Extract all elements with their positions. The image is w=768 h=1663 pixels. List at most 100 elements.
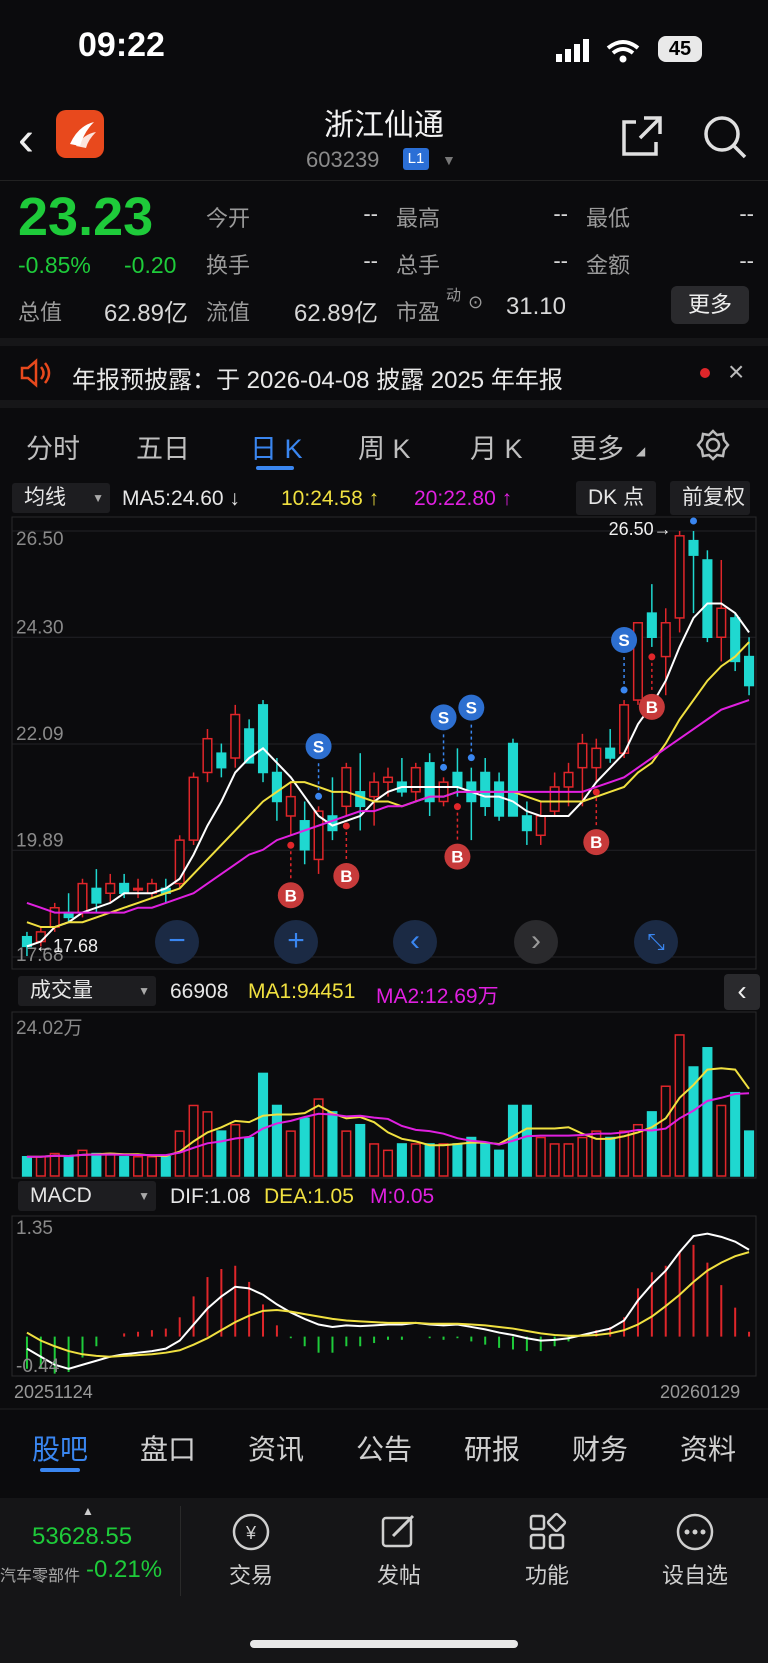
tab-stock-forum[interactable]: 股吧: [32, 1428, 88, 1468]
candle-body: [688, 539, 699, 556]
field-label-float-cap: 流值: [206, 300, 251, 325]
volume-bar: [521, 1104, 532, 1177]
sell-signal-dot: [467, 754, 475, 762]
ma20-line: [26, 699, 750, 914]
fullscreen-button[interactable]: ⤡: [634, 920, 678, 964]
candle-body: [452, 771, 463, 788]
collapse-panel-button[interactable]: ‹: [724, 974, 760, 1010]
volume-bar: [702, 1047, 713, 1177]
current-price: 23.23: [18, 187, 154, 247]
tab-news[interactable]: 资讯: [248, 1428, 304, 1468]
dock-functions[interactable]: 功能: [502, 1558, 592, 1590]
date-end: 20260129: [660, 1382, 741, 1402]
candle-body: [591, 747, 602, 769]
y-tick-label: 22.09: [16, 724, 64, 745]
candle-body: [91, 887, 102, 904]
volume-bar: [119, 1156, 130, 1177]
macd-indicator-label: MACD: [30, 1184, 92, 1207]
volume-indicator-select[interactable]: 成交量 ▼: [18, 976, 156, 1006]
volume-bar: [674, 1034, 685, 1177]
buy-signal-dot: [453, 803, 461, 811]
dea-line: [26, 1251, 750, 1358]
tab-monthly-k[interactable]: 月 K: [470, 427, 523, 466]
speaker-icon: [20, 358, 51, 388]
volume-value: 66908: [170, 980, 229, 1003]
pan-left-button[interactable]: ‹: [393, 920, 437, 964]
candle-body: [494, 781, 505, 817]
dropdown-caret-icon: ▼: [138, 1189, 150, 1203]
tab-announcements[interactable]: 公告: [356, 1428, 412, 1468]
tab-profile[interactable]: 资料: [680, 1428, 736, 1468]
volume-chart[interactable]: 24.02万: [0, 1010, 768, 1180]
sector-index-value[interactable]: 53628.55: [32, 1523, 132, 1551]
candle-body: [410, 766, 421, 793]
macd-frame: [11, 1215, 757, 1377]
tab-research[interactable]: 研报: [464, 1428, 520, 1468]
battery-indicator: 45: [658, 36, 702, 62]
tab-daily-k[interactable]: 日 K: [250, 427, 303, 466]
candlestick-chart[interactable]: SBBSSBBSBS26.5024.3022.0919.8917.6826.50…: [0, 515, 768, 975]
volume-ma1: MA1:94451: [248, 980, 356, 1003]
volume-bar: [216, 1130, 227, 1177]
volume-bar: [230, 1123, 241, 1177]
yen-icon: ¥: [232, 1513, 270, 1551]
candle-body: [563, 771, 574, 788]
macd-indicator-select[interactable]: MACD ▼: [18, 1181, 156, 1211]
chevron-down-icon[interactable]: ▼: [442, 152, 456, 168]
dock-add-watchlist[interactable]: 设自选: [650, 1558, 740, 1590]
grid-icon: [529, 1512, 567, 1550]
pan-right-button[interactable]: ›: [514, 920, 558, 964]
adjust-button[interactable]: 前复权: [670, 481, 750, 515]
candle-body: [355, 791, 366, 808]
tab-timeshare[interactable]: 分时: [26, 427, 80, 466]
tab-order-book[interactable]: 盘口: [140, 1428, 196, 1468]
macd-chart[interactable]: 1.35 -0.44: [0, 1214, 768, 1380]
dock-trade[interactable]: 交易: [206, 1558, 296, 1590]
caret-up-icon: ▲: [82, 1504, 94, 1518]
candle-body: [535, 815, 546, 837]
macd-dea: DEA:1.05: [264, 1185, 354, 1208]
sell-signal-label: S: [466, 699, 477, 718]
volume-bar: [438, 1143, 449, 1177]
dk-point-button[interactable]: DK 点: [576, 481, 656, 515]
volume-indicator-label: 成交量: [30, 979, 93, 1002]
field-label-amount: 金额: [586, 253, 631, 278]
candle-body: [341, 766, 352, 808]
change-amount: -0.20: [124, 252, 177, 278]
volume-bar: [410, 1143, 421, 1177]
candle-body: [702, 559, 713, 639]
field-label-volume: 总手: [396, 253, 441, 278]
search-icon[interactable]: [702, 114, 748, 160]
notice-text[interactable]: 年报预披露：于 2026-04-08 披露 2025 年年报: [72, 360, 563, 395]
candle-body: [730, 617, 741, 663]
macd-dif: DIF:1.08: [170, 1185, 251, 1208]
tab-weekly-k[interactable]: 周 K: [358, 427, 411, 466]
sell-signal-dot: [440, 763, 448, 771]
field-label-high: 最高: [396, 206, 441, 231]
zoom-in-button[interactable]: +: [274, 920, 318, 964]
date-start: 20251124: [14, 1382, 93, 1402]
dock-post[interactable]: 发帖: [354, 1558, 444, 1590]
tab-five-day[interactable]: 五日: [136, 427, 190, 466]
volume-bar: [271, 1104, 282, 1177]
share-icon[interactable]: [618, 114, 664, 160]
min-price-label: ←17.68: [35, 936, 98, 956]
active-tab-underline: [256, 466, 294, 470]
field-value-open: --: [363, 201, 378, 226]
close-icon[interactable]: ×: [728, 356, 744, 388]
tab-more[interactable]: 更多: [570, 427, 624, 466]
volume-bar: [160, 1156, 171, 1177]
more-quote-button[interactable]: 更多: [671, 286, 749, 324]
sell-signal-label: S: [313, 737, 324, 756]
macd-m: M:0.05: [370, 1185, 435, 1208]
settings-gear-icon[interactable]: [696, 428, 730, 462]
volume-bar: [285, 1130, 296, 1177]
info-dots-icon[interactable]: ⊙: [468, 292, 483, 313]
volume-bar: [132, 1156, 144, 1177]
tab-financials[interactable]: 财务: [572, 1428, 628, 1468]
candle-body: [119, 882, 130, 894]
ma-indicator-select[interactable]: 均线 ▼: [12, 483, 110, 513]
candle-body: [646, 612, 657, 639]
sector-index-change: -0.21%: [86, 1556, 163, 1583]
zoom-out-button[interactable]: −: [155, 920, 199, 964]
